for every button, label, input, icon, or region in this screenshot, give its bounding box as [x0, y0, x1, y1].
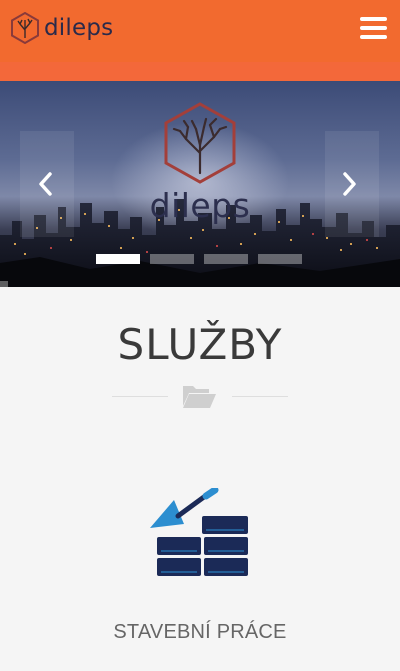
tree-logo-icon: [11, 12, 39, 44]
slider-dot-2[interactable]: [150, 254, 194, 264]
slider-prev-button[interactable]: [20, 131, 74, 237]
hero-tree-logo-icon: [164, 102, 236, 184]
slider-next-button[interactable]: [325, 131, 379, 237]
slider-dot-3[interactable]: [204, 254, 248, 264]
divider-left: [112, 396, 168, 397]
slider-dot-1[interactable]: [96, 254, 140, 264]
chevron-left-icon: [39, 172, 52, 196]
divider-right: [232, 396, 288, 397]
section-title: SLUŽBY: [117, 320, 283, 369]
service-label: STAVEBNÍ PRÁCE: [113, 621, 287, 643]
site-header: dileps: [0, 0, 400, 62]
header-strip: [0, 62, 400, 81]
chevron-right-icon: [343, 172, 356, 196]
logo[interactable]: dileps: [10, 12, 113, 44]
hamburger-menu-icon[interactable]: [360, 17, 387, 41]
bricks-trowel-icon: [150, 488, 248, 576]
slider-dot-4[interactable]: [258, 254, 302, 264]
logo-text: dileps: [44, 15, 114, 41]
folder-open-icon: [183, 386, 216, 408]
slider-pagination: [96, 254, 302, 264]
hero-slider: dileps: [0, 81, 400, 287]
